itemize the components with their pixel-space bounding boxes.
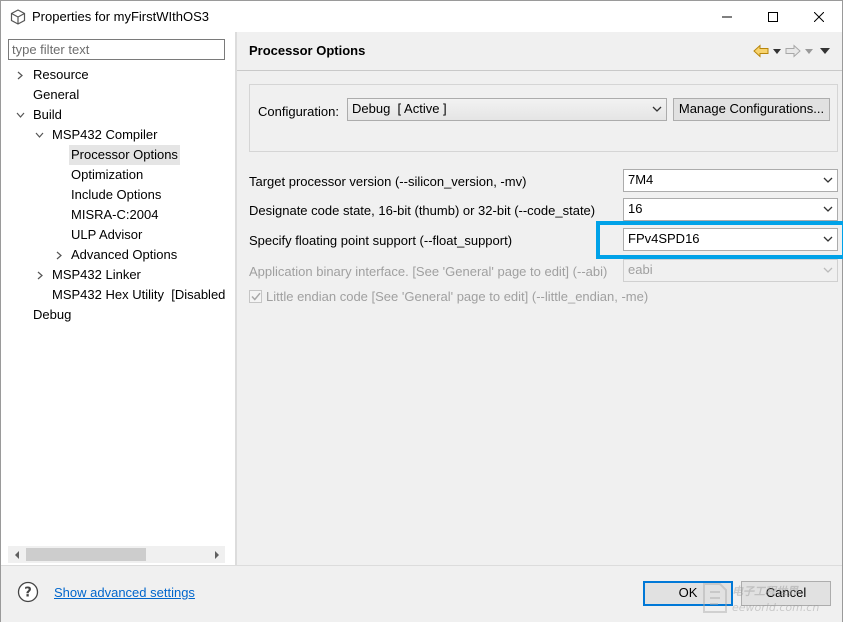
window-title: Properties for myFirstWIthOS3 bbox=[32, 9, 209, 24]
footer: ? Show advanced settings OK Cancel 电子工程世… bbox=[1, 566, 842, 622]
chevron-down-icon[interactable] bbox=[15, 105, 25, 125]
filter-input[interactable] bbox=[8, 39, 225, 60]
scroll-right-icon[interactable] bbox=[208, 546, 225, 563]
tree-item-advanced-options[interactable]: Advanced Options bbox=[1, 245, 235, 265]
tree-item-include-options[interactable]: Include Options bbox=[1, 185, 235, 205]
tree-item-ulp-advisor[interactable]: ULP Advisor bbox=[1, 225, 235, 245]
close-button[interactable] bbox=[796, 1, 842, 32]
chevron-right-icon[interactable] bbox=[15, 65, 25, 85]
tree-item-label: Advanced Options bbox=[71, 247, 178, 262]
target-processor-select[interactable]: 7M4 bbox=[623, 169, 838, 192]
chevron-down-icon bbox=[823, 267, 833, 273]
target-processor-label: Target processor version (--silicon_vers… bbox=[249, 174, 527, 189]
page-title: Processor Options bbox=[249, 43, 366, 58]
chevron-down-icon bbox=[652, 106, 662, 112]
watermark-url: eeworld.com.cn bbox=[732, 601, 819, 614]
manage-configurations-button[interactable]: Manage Configurations... bbox=[673, 98, 830, 121]
maximize-icon bbox=[768, 11, 778, 22]
tree-item-debug[interactable]: Debug bbox=[1, 305, 235, 325]
little-endian-label: Little endian code [See 'General' page t… bbox=[266, 289, 649, 304]
header-divider bbox=[237, 70, 842, 71]
view-menu-icon[interactable] bbox=[816, 42, 834, 60]
target-processor-value: 7M4 bbox=[628, 172, 654, 187]
title-bar: Properties for myFirstWIthOS3 bbox=[1, 1, 842, 32]
tree-item-processor-options[interactable]: Processor Options bbox=[1, 145, 235, 165]
tree-item-optimization[interactable]: Optimization bbox=[1, 165, 235, 185]
forward-dropdown-icon[interactable] bbox=[804, 42, 814, 60]
maximize-button[interactable] bbox=[750, 1, 796, 32]
minimize-button[interactable] bbox=[704, 1, 750, 32]
chevron-right-icon[interactable] bbox=[35, 265, 45, 285]
help-icon[interactable]: ? bbox=[17, 581, 39, 603]
chevron-right-icon[interactable] bbox=[54, 245, 64, 265]
float-support-label: Specify floating point support (--float_… bbox=[249, 233, 513, 248]
configuration-label: Configuration: bbox=[258, 104, 339, 119]
tree-item-label: MISRA-C:2004 bbox=[71, 207, 159, 222]
code-state-select[interactable]: 16 bbox=[623, 198, 838, 221]
watermark-title: 电子工程世界 bbox=[732, 585, 799, 598]
tree-item-label: Processor Options bbox=[69, 145, 180, 165]
tree-item-label: Optimization bbox=[71, 167, 144, 182]
little-endian-checkbox bbox=[249, 290, 262, 303]
tree-item-label: Resource bbox=[33, 67, 89, 82]
configuration-value: Debug [ Active ] bbox=[352, 101, 447, 116]
main-panel: Processor Options Configuration: Debug [… bbox=[237, 32, 842, 565]
abi-label: Application binary interface. [See 'Gene… bbox=[249, 264, 608, 279]
eeworld-watermark-logo: 电子工程世界 eeworld.com.cn bbox=[703, 583, 819, 614]
tree-item-label: MSP432 Compiler bbox=[52, 127, 158, 142]
abi-value: eabi bbox=[628, 262, 653, 277]
back-arrow-icon[interactable] bbox=[752, 42, 770, 60]
tree-item-label: Include Options bbox=[71, 187, 162, 202]
page-header: Processor Options bbox=[237, 32, 842, 70]
tree-item-general[interactable]: General bbox=[1, 85, 235, 105]
configuration-group: Configuration: Debug [ Active ] Manage C… bbox=[249, 84, 838, 152]
tree-item-label: MSP432 Hex Utility [Disabled bbox=[52, 287, 225, 302]
little-endian-row: Little endian code [See 'General' page t… bbox=[249, 289, 648, 304]
tree-item-resource[interactable]: Resource bbox=[1, 65, 235, 85]
tree-item-label: General bbox=[33, 87, 80, 102]
tree-item-label: ULP Advisor bbox=[71, 227, 143, 242]
minimize-icon bbox=[722, 16, 732, 17]
close-icon bbox=[814, 11, 824, 22]
back-dropdown-icon[interactable] bbox=[772, 42, 782, 60]
tree-item-msp432-hex-utility[interactable]: MSP432 Hex Utility [Disabled bbox=[1, 285, 225, 305]
svg-text:?: ? bbox=[24, 586, 32, 601]
abi-select: eabi bbox=[623, 259, 838, 282]
tree-item-label: MSP432 Linker bbox=[52, 267, 141, 282]
tree-item-label: Debug bbox=[33, 307, 72, 322]
code-state-label: Designate code state, 16-bit (thumb) or … bbox=[249, 203, 596, 218]
tree-item-label: Build bbox=[33, 107, 62, 122]
properties-dialog: Properties for myFirstWIthOS3 Resource G… bbox=[0, 0, 843, 622]
checkmark-icon bbox=[250, 292, 261, 301]
tree-item-misra-c[interactable]: MISRA-C:2004 bbox=[1, 205, 235, 225]
forward-arrow-icon[interactable] bbox=[784, 42, 802, 60]
scrollbar-thumb[interactable] bbox=[26, 548, 146, 561]
tree-item-msp432-linker[interactable]: MSP432 Linker bbox=[1, 265, 235, 285]
nav-toolbar bbox=[752, 41, 834, 61]
tree-item-build[interactable]: Build bbox=[1, 105, 235, 125]
sidebar: Resource General Build MSP432 Compiler bbox=[1, 32, 235, 565]
configuration-select[interactable]: Debug [ Active ] bbox=[347, 98, 667, 121]
chevron-down-icon[interactable] bbox=[34, 125, 44, 145]
scroll-left-icon[interactable] bbox=[8, 546, 25, 563]
chevron-down-icon bbox=[823, 206, 833, 212]
code-state-value: 16 bbox=[628, 201, 643, 216]
cube-icon bbox=[10, 8, 26, 25]
horizontal-scrollbar[interactable] bbox=[8, 546, 225, 563]
show-advanced-settings-link[interactable]: Show advanced settings bbox=[54, 585, 195, 600]
tree-item-msp432-compiler[interactable]: MSP432 Compiler bbox=[1, 125, 235, 145]
highlight-annotation bbox=[596, 221, 843, 259]
chevron-down-icon bbox=[823, 177, 833, 183]
